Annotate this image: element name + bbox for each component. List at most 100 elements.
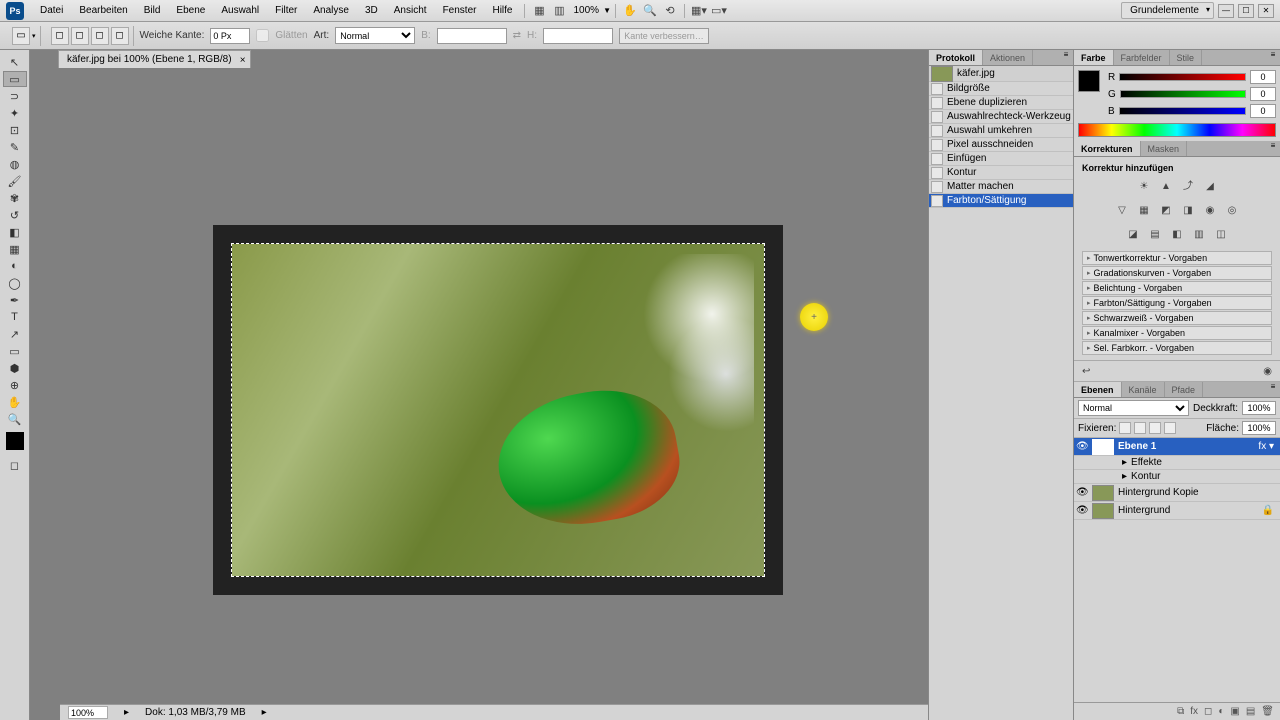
panel-menu-icon[interactable]: ≡ — [1266, 141, 1280, 156]
rotate-icon[interactable]: ⟲ — [662, 3, 678, 19]
delete-layer-icon[interactable]: 🗑 — [1261, 706, 1274, 717]
menu-ebene[interactable]: Ebene — [168, 5, 213, 16]
history-item[interactable]: Farbton/Sättigung — [929, 194, 1073, 208]
tab-pfade[interactable]: Pfade — [1165, 382, 1204, 397]
preset-item[interactable]: Gradationskurven - Vorgaben — [1082, 266, 1272, 280]
zoom-input[interactable] — [68, 706, 108, 719]
link-layers-icon[interactable]: ⧉ — [1177, 706, 1184, 717]
menu-filter[interactable]: Filter — [267, 5, 305, 16]
layer-thumb[interactable] — [1092, 503, 1114, 519]
photofilter-icon[interactable]: ◉ — [1201, 203, 1219, 219]
panel-menu-icon[interactable]: ≡ — [1266, 382, 1280, 397]
gradmap-icon[interactable]: ▥ — [1190, 227, 1208, 243]
posterize-icon[interactable]: ▤ — [1146, 227, 1164, 243]
layer-row[interactable]: 👁Ebene 1fx ▾ — [1074, 438, 1280, 456]
arrange-icon[interactable]: ▦▾ — [691, 3, 707, 19]
green-slider[interactable] — [1120, 90, 1246, 98]
preset-item[interactable]: Kanalmixer - Vorgaben — [1082, 326, 1272, 340]
preset-item[interactable]: Farbton/Sättigung - Vorgaben — [1082, 296, 1272, 310]
history-item[interactable]: Matter machen — [929, 180, 1073, 194]
zoom-display[interactable]: 100% — [569, 5, 603, 16]
lock-all-icon[interactable] — [1164, 422, 1176, 434]
minimize-button[interactable]: — — [1218, 4, 1234, 18]
blur-tool[interactable]: ◐ — [3, 258, 27, 274]
visibility-icon[interactable]: 👁 — [1076, 505, 1088, 517]
preset-item[interactable]: Schwarzweiß - Vorgaben — [1082, 311, 1272, 325]
tab-farbfelder[interactable]: Farbfelder — [1114, 50, 1170, 65]
feather-input[interactable] — [210, 28, 250, 44]
tab-aktionen[interactable]: Aktionen — [983, 50, 1033, 65]
marquee-tool-preset[interactable]: ▭ — [12, 27, 30, 45]
launch-bridge-icon[interactable]: ▦ — [531, 3, 547, 19]
zoom-icon[interactable]: 🔍 — [642, 3, 658, 19]
3d-camera-tool[interactable]: ⊕ — [3, 377, 27, 393]
preset-item[interactable]: Sel. Farbkorr. - Vorgaben — [1082, 341, 1272, 355]
channelmixer-icon[interactable]: ◎ — [1223, 203, 1241, 219]
style-select[interactable]: Normal — [335, 27, 415, 44]
return-icon[interactable]: ↩ — [1082, 366, 1090, 377]
green-value[interactable] — [1250, 87, 1276, 101]
add-selection-icon[interactable]: ◻ — [71, 27, 89, 45]
heal-tool[interactable]: ◍ — [3, 156, 27, 172]
workspace-selector[interactable]: Grundelemente — [1121, 2, 1214, 19]
blend-mode-select[interactable]: Normal — [1078, 400, 1189, 416]
red-slider[interactable] — [1119, 73, 1246, 81]
hue-icon[interactable]: ▦ — [1135, 203, 1153, 219]
history-item[interactable]: Kontur — [929, 166, 1073, 180]
visibility-icon[interactable]: 👁 — [1076, 441, 1088, 453]
layer-row[interactable]: ▸ Kontur — [1074, 470, 1280, 484]
tab-kanaele[interactable]: Kanäle — [1122, 382, 1165, 397]
history-item[interactable]: Einfügen — [929, 152, 1073, 166]
lock-pixels-icon[interactable] — [1134, 422, 1146, 434]
3d-tool[interactable]: ⬢ — [3, 360, 27, 376]
panel-menu-icon[interactable]: ≡ — [1059, 50, 1073, 65]
pen-tool[interactable]: ✒ — [3, 292, 27, 308]
layer-row[interactable]: 👁Hintergrund🔒 — [1074, 502, 1280, 520]
fill-input[interactable] — [1242, 421, 1276, 435]
menu-datei[interactable]: Datei — [32, 5, 71, 16]
bw-icon[interactable]: ◨ — [1179, 203, 1197, 219]
invert-icon[interactable]: ◪ — [1124, 227, 1142, 243]
lock-transparent-icon[interactable] — [1119, 422, 1131, 434]
eyedropper-tool[interactable]: ✎ — [3, 139, 27, 155]
history-item[interactable]: Pixel ausschneiden — [929, 138, 1073, 152]
path-tool[interactable]: ↗ — [3, 326, 27, 342]
document-tab[interactable]: käfer.jpg bei 100% (Ebene 1, RGB/8) × — [58, 50, 251, 68]
tab-ebenen[interactable]: Ebenen — [1074, 382, 1122, 397]
layer-row[interactable]: ▸ Effekte — [1074, 456, 1280, 470]
menu-analyse[interactable]: Analyse — [305, 5, 357, 16]
color-spectrum[interactable] — [1078, 123, 1276, 137]
foreground-swatch[interactable] — [1078, 70, 1100, 92]
history-item[interactable]: Auswahlrechteck-Werkzeug — [929, 110, 1073, 124]
tab-masken[interactable]: Masken — [1141, 141, 1188, 156]
new-selection-icon[interactable]: ◻ — [51, 27, 69, 45]
menu-bearbeiten[interactable]: Bearbeiten — [71, 5, 135, 16]
history-list[interactable]: käfer.jpg BildgrößeEbene duplizierenAusw… — [929, 66, 1073, 208]
zoom-tool[interactable]: 🔍 — [3, 411, 27, 427]
menu-auswahl[interactable]: Auswahl — [213, 5, 267, 16]
view-extras-icon[interactable]: ▥ — [551, 3, 567, 19]
history-item[interactable]: Bildgröße — [929, 82, 1073, 96]
shape-tool[interactable]: ▭ — [3, 343, 27, 359]
wand-tool[interactable]: ✦ — [3, 105, 27, 121]
opacity-input[interactable] — [1242, 401, 1276, 415]
brightness-icon[interactable]: ☀ — [1135, 179, 1153, 195]
hand-tool[interactable]: ✋ — [3, 394, 27, 410]
history-item[interactable]: Auswahl umkehren — [929, 124, 1073, 138]
subtract-selection-icon[interactable]: ◻ — [91, 27, 109, 45]
dodge-tool[interactable]: ◯ — [3, 275, 27, 291]
clip-icon[interactable]: ◉ — [1263, 366, 1272, 377]
blue-value[interactable] — [1250, 104, 1276, 118]
brush-tool[interactable]: 🖌 — [3, 173, 27, 189]
gradient-tool[interactable]: ▦ — [3, 241, 27, 257]
preset-item[interactable]: Belichtung - Vorgaben — [1082, 281, 1272, 295]
tab-protokoll[interactable]: Protokoll — [929, 50, 983, 65]
canvas-area[interactable]: käfer.jpg bei 100% (Ebene 1, RGB/8) × + … — [30, 50, 928, 720]
move-tool[interactable]: ↖ — [3, 54, 27, 70]
colorbalance-icon[interactable]: ◩ — [1157, 203, 1175, 219]
tab-korrekturen[interactable]: Korrekturen — [1074, 141, 1141, 156]
menu-3d[interactable]: 3D — [357, 5, 386, 16]
adjust-layer-icon[interactable]: ◐ — [1218, 706, 1224, 717]
new-layer-icon[interactable]: ▤ — [1246, 706, 1255, 717]
menu-bild[interactable]: Bild — [136, 5, 169, 16]
